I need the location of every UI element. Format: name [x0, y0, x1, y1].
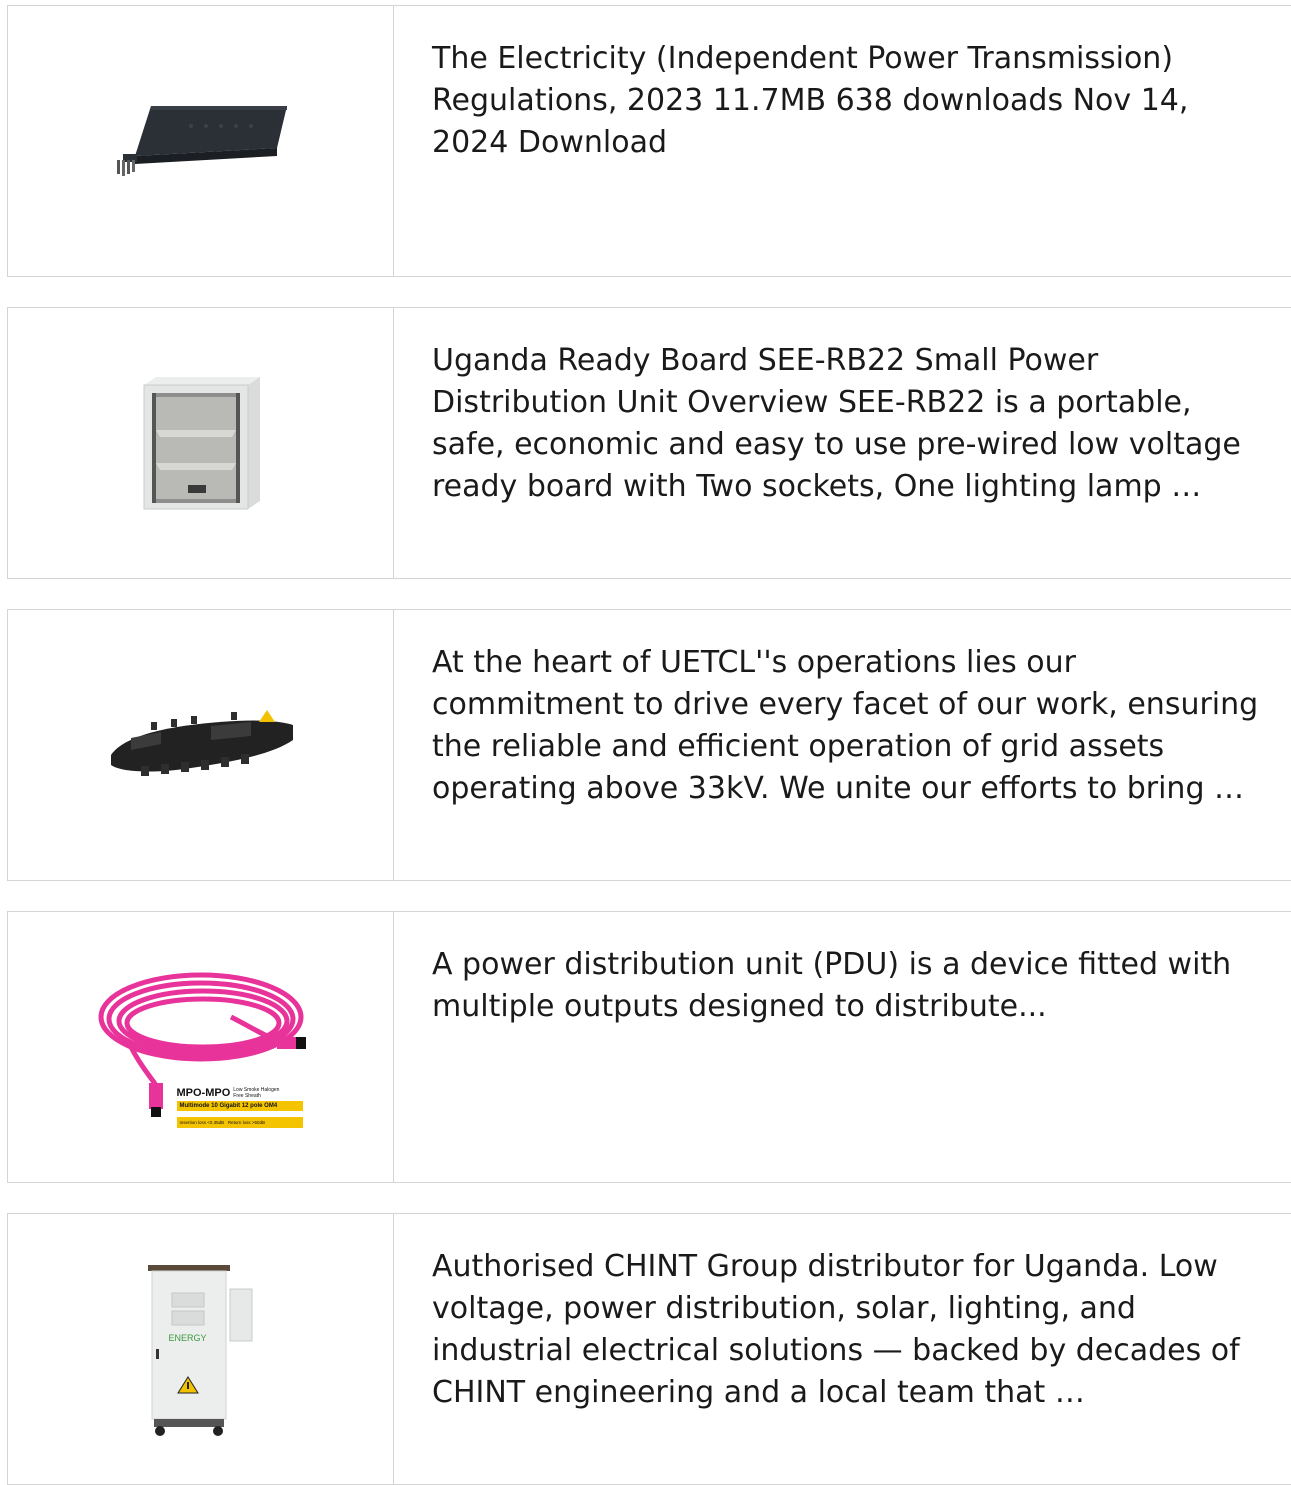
item-description: Authorised CHINT Group distributor for U… — [432, 1249, 1240, 1410]
label-subtitle: Low Smoke Halogen Free Sheath — [233, 1087, 280, 1099]
item-description: The Electricity (Independent Power Trans… — [432, 41, 1189, 160]
item-description: At the heart of UETCL''s operations lies… — [432, 645, 1259, 806]
cabinet-shelf-image — [8, 308, 394, 578]
label-band: Multimode 10 Gigabit 12 pole OM4 — [176, 1101, 303, 1111]
label-title: MPO-MPO — [176, 1087, 231, 1099]
list-item[interactable]: The Electricity (Independent Power Trans… — [7, 5, 1291, 277]
rack-drawer-image — [8, 6, 394, 276]
list-item[interactable]: At the heart of UETCL''s operations lies… — [7, 609, 1291, 881]
splice-closure-image — [8, 610, 394, 880]
list-item[interactable]: MPO-MPO Low Smoke Halogen Free Sheath Mu… — [7, 911, 1291, 1183]
cabinet-brand-label: ENERGY — [168, 1333, 207, 1343]
list-item[interactable]: Uganda Ready Board SEE-RB22 Small Power … — [7, 307, 1291, 579]
item-description: A power distribution unit (PDU) is a dev… — [432, 947, 1232, 1024]
label-specs: Insertion loss <0.35dB Return loss >50dB — [176, 1117, 303, 1128]
energy-cabinet-image: ENERGY — [8, 1214, 394, 1484]
fiber-cable-image: MPO-MPO Low Smoke Halogen Free Sheath Mu… — [8, 912, 394, 1182]
list-item[interactable]: ENERGY Authorised CHINT Group distributo… — [7, 1213, 1291, 1485]
item-description: Uganda Ready Board SEE-RB22 Small Power … — [432, 343, 1241, 504]
product-label: MPO-MPO Low Smoke Halogen Free Sheath Mu… — [176, 1087, 303, 1128]
